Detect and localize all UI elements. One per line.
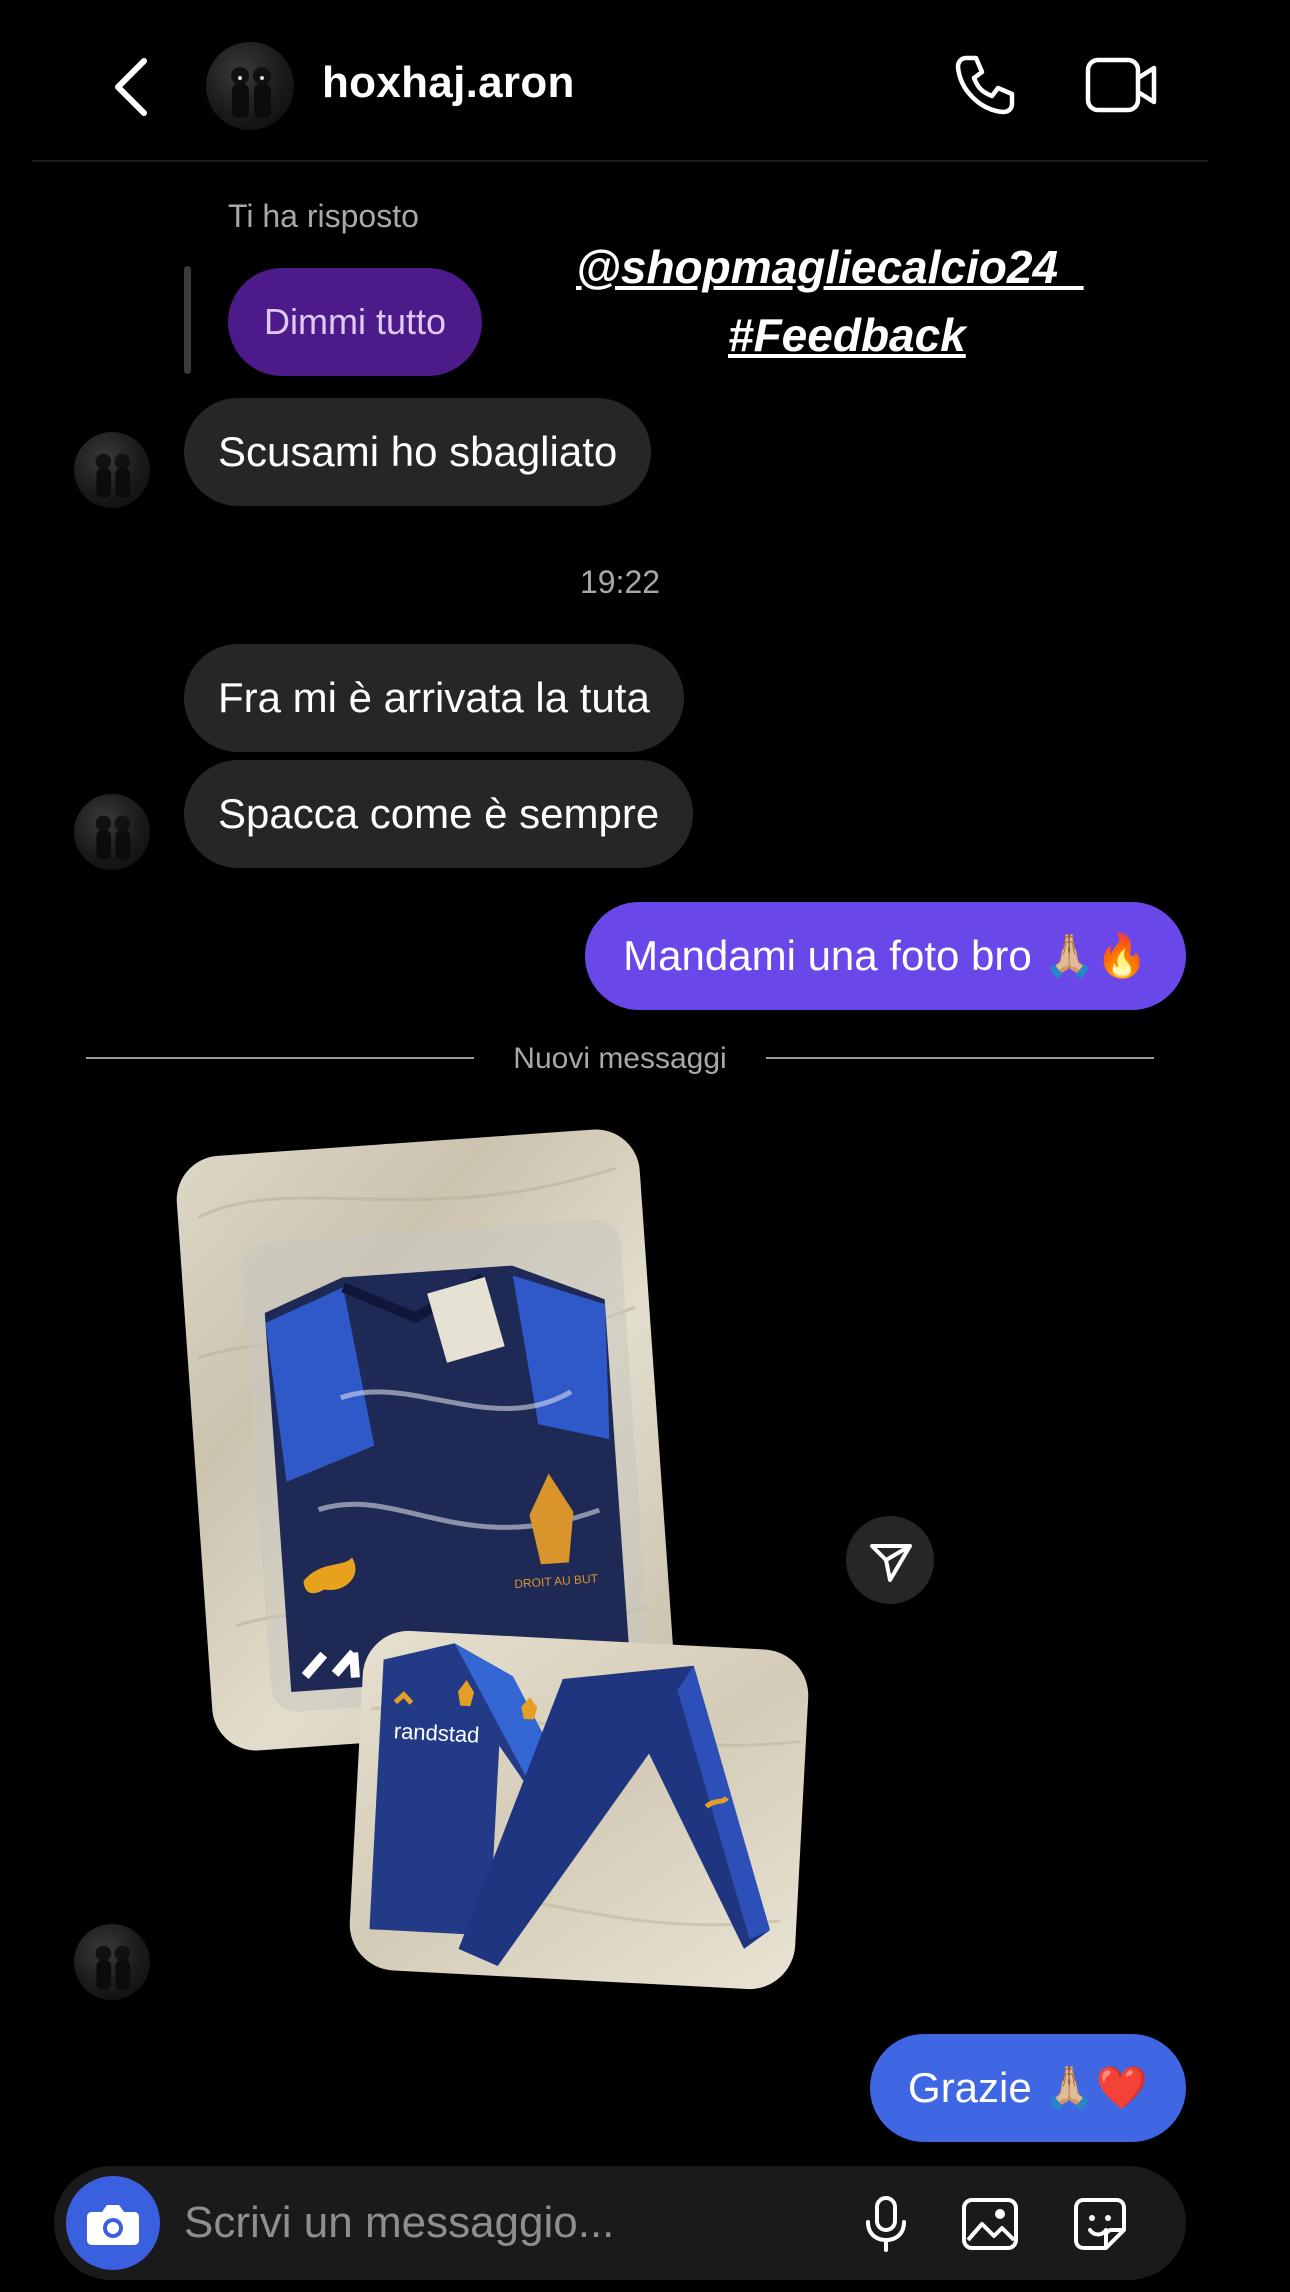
timestamp: 19:22 (579, 564, 661, 600)
shared-photo-tracksuit-laid-out[interactable]: randstad (347, 1628, 811, 1992)
message-bubble-incoming[interactable]: Scusami ho sbagliato (184, 398, 652, 506)
gallery-icon (962, 2198, 1018, 2250)
sticker-icon (1074, 2198, 1126, 2250)
back-button[interactable] (108, 55, 156, 119)
camera-icon (87, 2205, 139, 2245)
overlay-mention: @shopmagliecalcio24_ (576, 241, 1084, 293)
phone-icon (955, 55, 1015, 115)
share-button[interactable] (846, 1516, 934, 1604)
message-text: Spacca come è sempre (218, 790, 660, 837)
message-input[interactable]: Scrivi un messaggio... (184, 2198, 614, 2248)
sponsor-text: randstad (393, 1718, 480, 1747)
message-bubble-incoming[interactable]: Spacca come è sempre (184, 760, 694, 868)
message-bubble-outgoing[interactable]: Mandami una foto bro 🙏🏼🔥 (585, 902, 1186, 1010)
replied-message-text: Dimmi tutto (264, 301, 447, 342)
new-messages-separator: Nuovi messaggi (513, 1042, 727, 1075)
header-divider (32, 160, 1208, 162)
video-call-button[interactable] (1084, 52, 1160, 118)
paper-plane-icon (870, 1544, 912, 1582)
sender-avatar[interactable] (74, 432, 150, 508)
sticker-button[interactable] (1070, 2194, 1130, 2254)
gallery-button[interactable] (960, 2194, 1020, 2254)
message-text: Fra mi è arrivata la tuta (218, 674, 650, 721)
reply-label: Ti ha risposto (228, 198, 419, 234)
message-text: Grazie 🙏🏼❤️ (908, 2063, 1148, 2111)
sender-avatar[interactable] (74, 794, 150, 870)
camera-button[interactable] (66, 2176, 160, 2270)
back-chevron-icon (115, 58, 147, 116)
separator-line-right (766, 1057, 1154, 1059)
message-bubble-outgoing[interactable]: Grazie 🙏🏼❤️ (870, 2034, 1186, 2142)
call-button[interactable] (952, 52, 1018, 118)
video-camera-icon (1085, 57, 1157, 113)
voice-message-button[interactable] (856, 2194, 916, 2254)
replied-message-bubble[interactable]: Dimmi tutto (228, 268, 483, 376)
message-text: Scusami ho sbagliato (218, 428, 618, 475)
message-bubble-incoming[interactable]: Fra mi è arrivata la tuta (184, 644, 684, 752)
reply-quote-bar (184, 266, 191, 374)
message-text: Mandami una foto bro 🙏🏼🔥 (623, 931, 1148, 979)
header-avatar[interactable] (206, 42, 294, 130)
microphone-icon (866, 2196, 906, 2252)
sender-avatar[interactable] (74, 1924, 150, 2000)
username[interactable]: hoxhaj.aron (322, 58, 575, 108)
overlay-hashtag: #Feedback (728, 309, 966, 361)
